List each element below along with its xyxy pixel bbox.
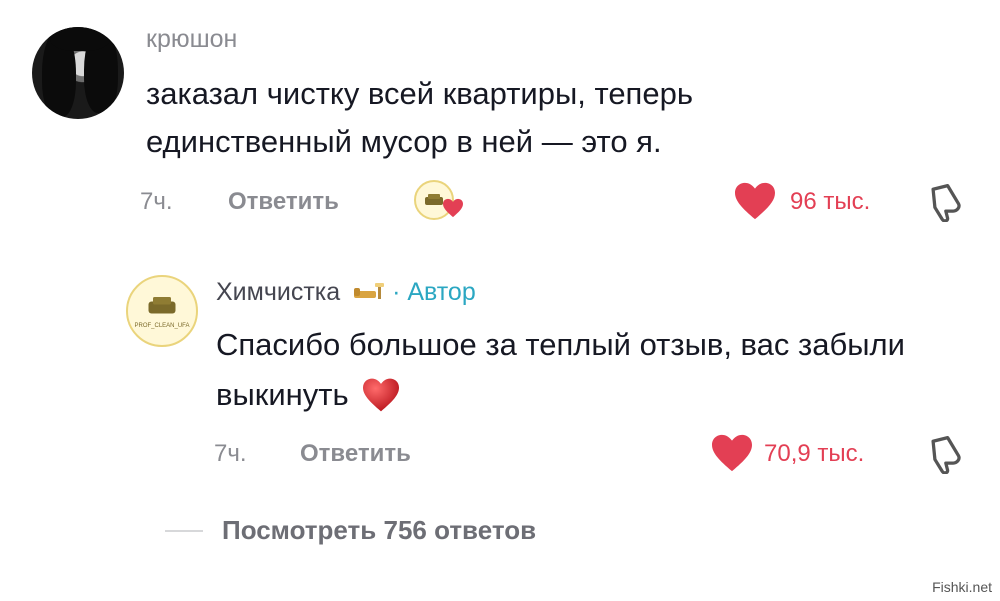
sofa-logo-icon <box>148 296 176 313</box>
like-count: 96 тыс. <box>790 188 871 215</box>
avatar[interactable] <box>32 27 124 119</box>
reply-author[interactable]: Химчистка · Автор <box>216 278 476 307</box>
author-avatar[interactable]: PROF_CLEAN_UFA <box>126 275 198 347</box>
reply-button[interactable]: Ответить <box>228 188 339 216</box>
logo-text: PROF_CLEAN_UFA <box>134 322 190 329</box>
reply-like-heart-icon[interactable] <box>710 433 754 473</box>
red-heart-emoji-icon <box>363 378 400 412</box>
divider-line <box>165 530 203 532</box>
reply-to-reply-button[interactable]: Ответить <box>300 440 411 468</box>
author-badge: · Автор <box>392 278 476 306</box>
reply-dislike-icon[interactable] <box>922 434 966 474</box>
dislike-icon[interactable] <box>922 182 966 222</box>
comment-text: заказал чистку всей квартиры, теперь еди… <box>146 76 693 159</box>
reply-text-content: Спасибо большое за теплый отзыв, вас заб… <box>216 327 905 412</box>
reply-time: 7ч. <box>214 440 247 467</box>
view-replies-button[interactable]: Посмотреть 756 ответов <box>222 515 536 546</box>
sofa-emoji-icon <box>354 283 385 299</box>
comment-time: 7ч. <box>140 188 173 215</box>
comment-username[interactable]: крюшон <box>146 25 237 54</box>
reply-like-count: 70,9 тыс. <box>764 440 865 467</box>
watermark: Fishki.net <box>932 579 992 595</box>
heart-icon <box>443 198 463 218</box>
creator-liked-badge <box>414 180 466 224</box>
like-heart-icon[interactable] <box>733 181 777 221</box>
reply-author-name: Химчистка <box>216 278 341 306</box>
reply-text: Спасибо большое за теплый отзыв, вас заб… <box>216 320 936 420</box>
